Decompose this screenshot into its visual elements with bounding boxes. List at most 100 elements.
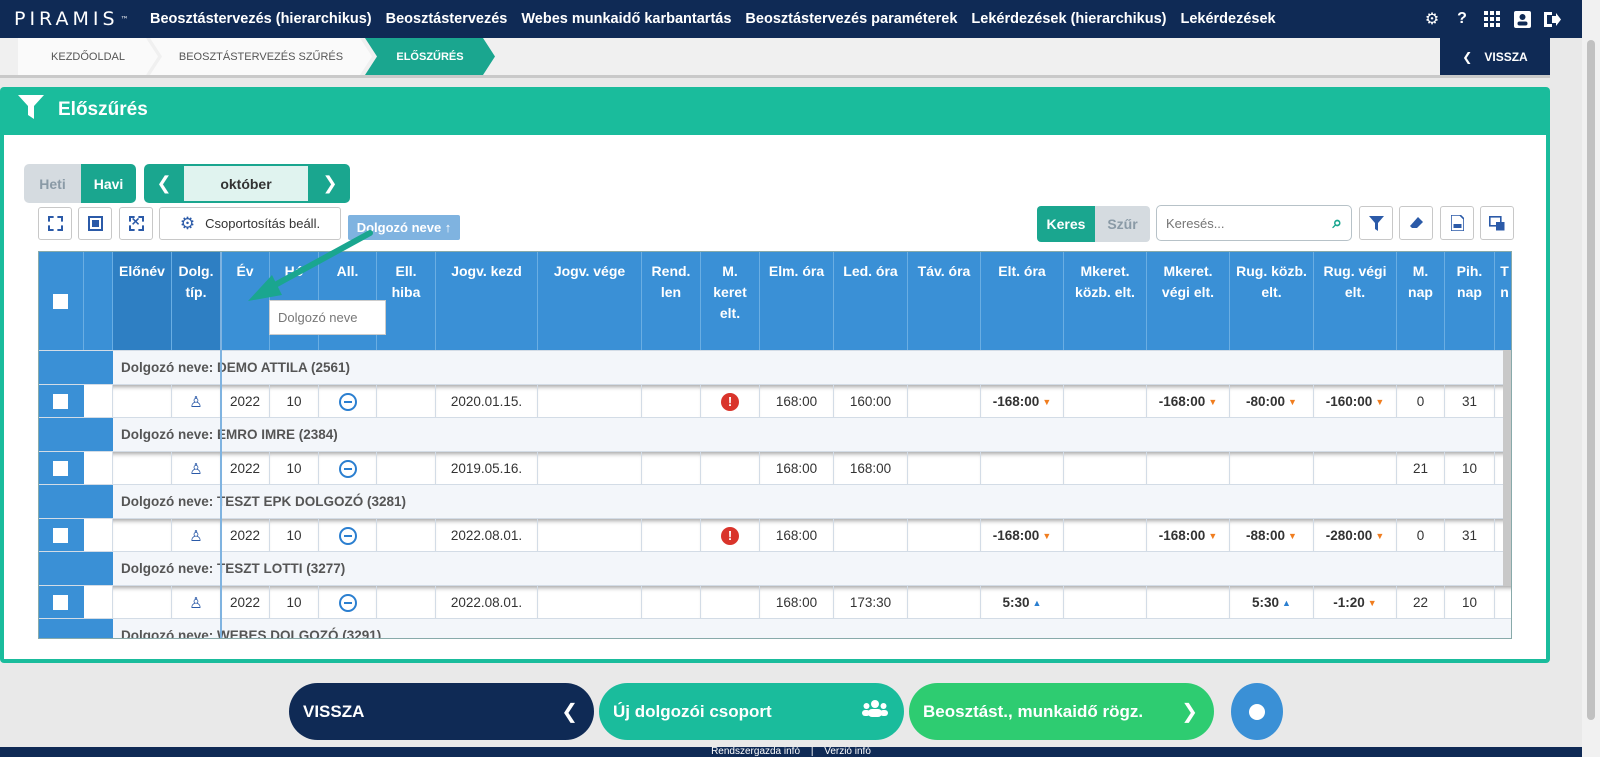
col-jogv-kezd[interactable]: Jogv. kezd	[436, 252, 538, 350]
chevron-down-icon[interactable]: ▼	[93, 562, 103, 573]
group-row[interactable]: ▼ Dolgozó neve: DEMO ATTILA (2561)	[39, 350, 1511, 385]
nav-lekerdezesek-hier[interactable]: Lekérdezések (hierarchikus)	[971, 11, 1166, 27]
nav-beosztas-hier[interactable]: Beosztástervezés (hierarchikus)	[150, 11, 372, 27]
weekly-toggle[interactable]: Heti	[24, 164, 81, 203]
export-button[interactable]	[1440, 206, 1474, 240]
prefilter-panel: Előszűrés Heti Havi ❮ október ❯ ⚙Csoport…	[0, 87, 1550, 663]
table-row[interactable]: ♙ 2022 10 2020.01.15. ! 168:00 160:00 -1…	[39, 384, 1511, 418]
rug-vegi-value: -280:00	[1325, 528, 1373, 543]
table-row[interactable]: ♙ 2022 10 2022.08.01. 168:00 173:30 5:30…	[39, 585, 1511, 619]
col-elt-ora[interactable]: Elt. óra	[981, 252, 1064, 350]
col-elonev[interactable]: Előnév	[113, 252, 172, 350]
breadcrumb-schedule-filter[interactable]: BEOSZTÁSTERVEZÉS SZŰRÉS	[150, 38, 372, 75]
cell-dolg-tip: ♙	[172, 586, 221, 619]
select-all-checkbox[interactable]	[53, 294, 68, 309]
col-rug-kozb[interactable]: Rug. közb. elt.	[1230, 252, 1314, 350]
back-button[interactable]: VISSZA ❮	[289, 683, 594, 740]
col-jogv-vege[interactable]: Jogv. vége	[538, 252, 642, 350]
monthly-toggle[interactable]: Havi	[81, 164, 136, 203]
table-row[interactable]: ♙ 2022 10 2022.08.01. ! 168:00 -168:00 ▼ …	[39, 518, 1511, 552]
select-all-icon	[47, 216, 63, 231]
mk-vegi-value: -168:00	[1158, 394, 1206, 409]
next-month-button[interactable]: ❯	[310, 164, 350, 203]
row-checkbox[interactable]	[53, 528, 68, 543]
cell-t-n	[1495, 586, 1511, 619]
logout-icon[interactable]	[1542, 9, 1562, 29]
select-all-button[interactable]	[38, 207, 72, 240]
new-employee-group-button[interactable]: Új dolgozói csoport	[599, 683, 904, 740]
cell-ell-hiba	[377, 452, 436, 485]
arrow-down-icon: ▼	[1208, 530, 1218, 541]
clear-filter-button[interactable]	[1399, 206, 1433, 240]
page-scrollbar[interactable]	[1582, 0, 1600, 757]
col-mkeret-kozb[interactable]: Mkeret. közb. elt.	[1064, 252, 1147, 350]
admin-info-link[interactable]: Rendszergazda infó	[711, 747, 800, 757]
cell-mkeret-vegi: -168:00 ▼	[1147, 385, 1230, 418]
schedule-record-button[interactable]: Beosztást., munkaidő rögz. ❯	[909, 683, 1214, 740]
col-led-ora[interactable]: Led. óra	[834, 252, 908, 350]
file-icon	[1450, 215, 1464, 231]
group-row[interactable]: ▼ Dolgozó neve: TESZT LOTTI (3277)	[39, 551, 1511, 586]
breadcrumb-home[interactable]: KEZDŐOLDAL	[18, 38, 158, 75]
cell-pih-nap: 10	[1445, 586, 1495, 619]
col-m-nap[interactable]: M. nap	[1397, 252, 1445, 350]
schedule-label: Beosztást., munkaidő rögz.	[923, 701, 1144, 721]
col-rend-len[interactable]: Rend. len	[642, 252, 701, 350]
logo-text: PIRAMIS	[14, 8, 119, 30]
columns-button[interactable]	[1480, 206, 1514, 240]
cell-jogv-kezd: 2022.08.01.	[436, 519, 538, 552]
table-row[interactable]: ♙ 2022 10 2019.05.16. 168:00 168:00 21 1…	[39, 451, 1511, 485]
filter-button[interactable]	[1359, 206, 1393, 240]
grid-icon[interactable]	[1482, 9, 1502, 29]
chevron-down-icon[interactable]: ▼	[93, 428, 103, 439]
row-checkbox[interactable]	[53, 595, 68, 610]
search-input[interactable]	[1166, 215, 1316, 231]
col-t-n[interactable]: T n	[1495, 252, 1511, 350]
col-elm-ora[interactable]: Elm. óra	[760, 252, 834, 350]
logo[interactable]: PIRAMIS ™	[0, 8, 150, 30]
nav-webes-munkaido[interactable]: Webes munkaidő karbantartás	[521, 11, 731, 27]
chevron-down-icon[interactable]: ▼	[93, 361, 103, 372]
cell-all	[319, 452, 377, 485]
group-row[interactable]: ▼ Dolgozó neve: TESZT EPK DOLGOZÓ (3281)	[39, 484, 1511, 519]
group-label: Dolgozó neve: TESZT EPK DOLGOZÓ (3281)	[121, 494, 407, 509]
group-row[interactable]: ▼ Dolgozó neve: EMRO IMRE (2384)	[39, 417, 1511, 452]
help-icon[interactable]: ?	[1452, 9, 1472, 29]
nav-beosztas-param[interactable]: Beosztástervezés paraméterek	[745, 11, 957, 27]
cell-pih-nap: 31	[1445, 519, 1495, 552]
row-checkbox[interactable]	[53, 394, 68, 409]
palette-button[interactable]	[1231, 683, 1283, 740]
row-checkbox[interactable]	[53, 461, 68, 476]
user-card-icon[interactable]	[1512, 9, 1532, 29]
back-label: VISSZA	[303, 701, 365, 721]
nav-lekerdezesek[interactable]: Lekérdezések	[1180, 11, 1275, 27]
nav-beosztas[interactable]: Beosztástervezés	[386, 11, 508, 27]
row-checkbox-cell	[39, 385, 84, 418]
prev-month-button[interactable]: ❮	[144, 164, 184, 203]
grid-scrollbar[interactable]	[1503, 350, 1511, 586]
filter-mode-button[interactable]: Szűr	[1095, 206, 1150, 242]
search-mode-button[interactable]: Keres	[1037, 206, 1095, 242]
search-icon[interactable]: ⌕	[1332, 213, 1342, 233]
cell-ell-hiba	[377, 385, 436, 418]
chevron-down-icon[interactable]: ▼	[93, 495, 103, 506]
col-mkeret-vegi[interactable]: Mkeret. végi elt.	[1147, 252, 1230, 350]
chevron-down-icon[interactable]: ▼	[93, 629, 103, 638]
col-tav-ora[interactable]: Táv. óra	[908, 252, 981, 350]
back-top-button[interactable]: ❮ VISSZA	[1440, 38, 1550, 75]
breadcrumb-prefilter[interactable]: ELŐSZŰRÉS	[365, 38, 495, 75]
gear-icon[interactable]: ⚙	[1422, 9, 1442, 29]
deselect-button[interactable]	[119, 207, 153, 240]
select-visible-button[interactable]	[78, 207, 112, 240]
cell-ho: 10	[270, 519, 319, 552]
version-info-link[interactable]: Verzió infó	[824, 747, 871, 757]
col-m-keret-elt[interactable]: M. keret elt.	[701, 252, 760, 350]
col-rug-vegi[interactable]: Rug. végi elt.	[1314, 252, 1397, 350]
group-row[interactable]: ▼ Dolgozó neve: WEBES DOLGOZÓ (3291)	[39, 618, 1511, 638]
cell-jogv-vege	[538, 586, 642, 619]
col-dolg-tip[interactable]: Dolg. típ.	[172, 252, 221, 350]
cell-ho: 10	[270, 586, 319, 619]
col-pih-nap[interactable]: Pih. nap	[1445, 252, 1495, 350]
page-scrollbar-thumb[interactable]	[1587, 40, 1595, 720]
footer: Rendszergazda infó | Verzió infó	[0, 747, 1582, 757]
